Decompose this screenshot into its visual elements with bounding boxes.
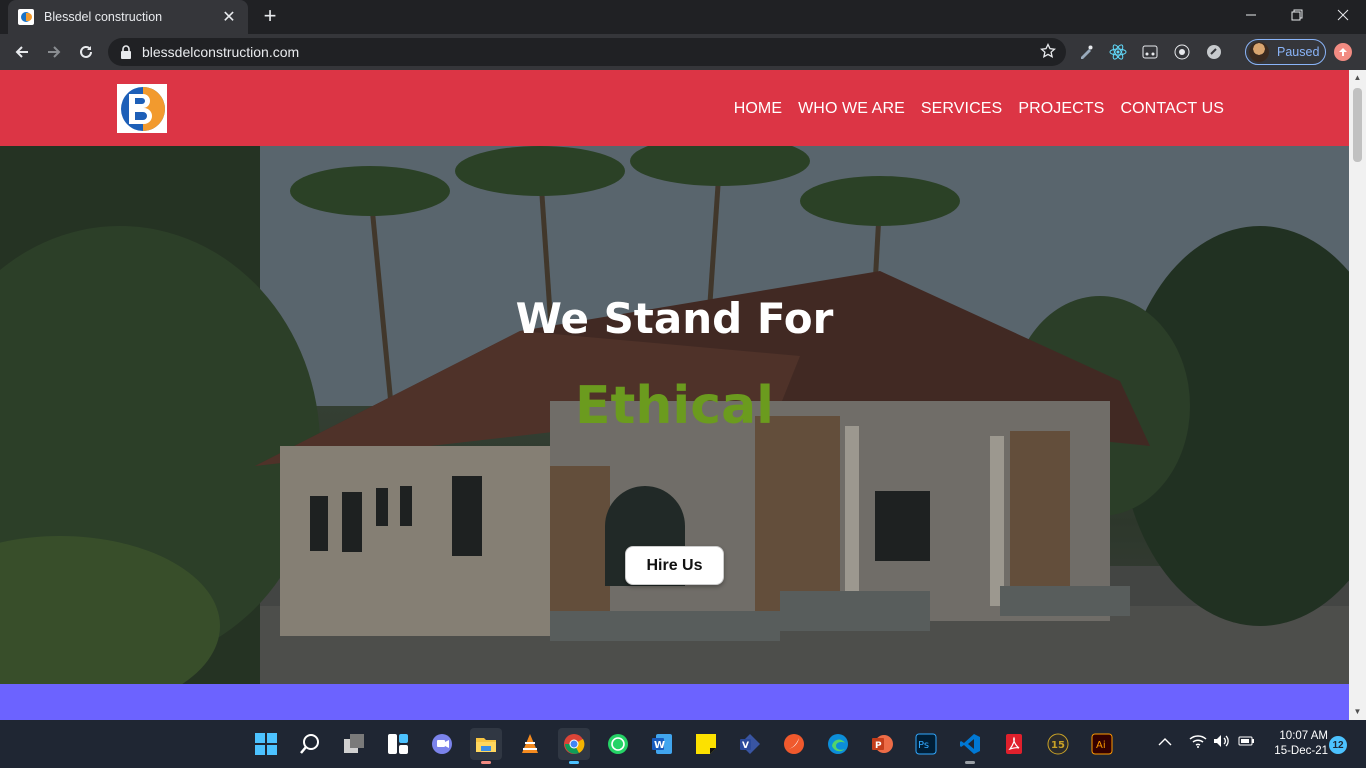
new-tab-button[interactable]: +	[258, 5, 282, 29]
nav-contact-us[interactable]: CONTACT US	[1120, 100, 1224, 118]
clock-date: 15-Dec-21	[1274, 745, 1328, 757]
tab-strip: Blessdel construction ✕ +	[0, 0, 1366, 34]
taskbar-clock[interactable]: 10:07 AM 15-Dec-21	[1266, 729, 1328, 759]
nav-projects[interactable]: PROJECTS	[1018, 100, 1104, 118]
widgets-icon[interactable]	[382, 728, 414, 760]
task-view-icon[interactable]	[338, 728, 370, 760]
tab-title: Blessdel construction	[44, 10, 163, 24]
tray-overflow-chevron-icon[interactable]	[1158, 734, 1172, 750]
lock-icon	[121, 45, 131, 59]
page-scrollbar[interactable]: ▲ ▼	[1349, 70, 1366, 720]
bookmark-star-icon[interactable]	[1039, 42, 1057, 64]
hero-section: We Stand For Ethical Hire Us	[0, 146, 1349, 684]
acrobat-icon[interactable]	[998, 728, 1030, 760]
update-menu-icon[interactable]	[1334, 43, 1352, 61]
restore-icon	[1291, 9, 1303, 21]
vlc-icon[interactable]	[514, 728, 546, 760]
extension-icon[interactable]	[1140, 42, 1160, 62]
notification-badge[interactable]: 12	[1329, 736, 1347, 754]
windows-taskbar: W V P Ps 15 Ai 10:07 AM 15-Dec-21 12	[0, 720, 1366, 768]
scroll-up-icon[interactable]: ▲	[1353, 73, 1362, 83]
url-text: blessdelconstruction.com	[142, 44, 300, 60]
svg-text:V: V	[742, 741, 749, 751]
photoshop-icon[interactable]: Ps	[910, 728, 942, 760]
nav-services[interactable]: SERVICES	[921, 100, 1002, 118]
minimize-button[interactable]	[1228, 0, 1274, 30]
color-picker-extension-icon[interactable]	[1076, 42, 1096, 62]
forward-arrow-icon	[48, 46, 61, 58]
close-icon	[1337, 9, 1349, 21]
record-extension-icon[interactable]	[1172, 42, 1192, 62]
sticky-notes-icon[interactable]	[690, 728, 722, 760]
swift-playgrounds-icon[interactable]	[778, 728, 810, 760]
clock-time: 10:07 AM	[1279, 730, 1328, 742]
back-arrow-icon	[15, 46, 28, 58]
hero-rotating-word: Ethical	[575, 376, 774, 436]
site-favicon-icon	[18, 9, 34, 25]
tab-close-icon[interactable]: ✕	[220, 7, 238, 27]
nav-home[interactable]: HOME	[734, 100, 782, 118]
chrome-icon[interactable]	[558, 728, 590, 764]
extensions-puzzle-icon[interactable]	[1204, 42, 1224, 62]
word-icon[interactable]: W	[646, 728, 678, 760]
svg-text:P: P	[875, 741, 882, 751]
nav-who-we-are[interactable]: WHO WE ARE	[798, 100, 905, 118]
file-explorer-icon[interactable]	[470, 728, 502, 764]
hero-heading: We Stand For	[515, 294, 834, 343]
restore-button[interactable]	[1274, 0, 1320, 30]
scrollbar-thumb[interactable]	[1353, 88, 1362, 162]
site-logo[interactable]	[117, 84, 167, 133]
visio-icon[interactable]: V	[734, 728, 766, 760]
edge-icon[interactable]	[822, 728, 854, 760]
reload-button[interactable]	[72, 38, 100, 66]
battery-icon[interactable]	[1237, 734, 1255, 751]
page-viewport: HOME WHO WE ARE SERVICES PROJECTS CONTAC…	[0, 70, 1366, 720]
whatsapp-icon[interactable]	[602, 728, 634, 760]
close-window-button[interactable]	[1320, 0, 1366, 30]
browser-toolbar: blessdelconstruction.com Paused	[0, 34, 1366, 70]
hire-us-button[interactable]: Hire Us	[625, 546, 724, 585]
search-icon[interactable]	[294, 728, 326, 760]
reload-icon	[80, 45, 92, 58]
avatar	[1249, 42, 1269, 62]
svg-text:Ps: Ps	[918, 740, 929, 751]
next-section-band	[0, 684, 1349, 720]
scroll-down-icon[interactable]: ▼	[1353, 707, 1362, 717]
running-indicator	[569, 761, 579, 764]
illustrator-icon[interactable]: Ai	[1086, 728, 1118, 760]
running-indicator	[965, 761, 975, 764]
svg-text:W: W	[654, 740, 665, 751]
running-indicator	[481, 761, 491, 764]
wifi-icon[interactable]	[1189, 734, 1207, 751]
profile-status-label: Paused	[1277, 45, 1320, 59]
profile-button[interactable]: Paused	[1245, 39, 1326, 65]
vscode-icon[interactable]	[954, 728, 986, 764]
svg-text:Ai: Ai	[1096, 740, 1106, 751]
powerpoint-icon[interactable]: P	[866, 728, 898, 760]
teams-chat-icon[interactable]	[426, 728, 458, 760]
site-header: HOME WHO WE ARE SERVICES PROJECTS CONTAC…	[0, 70, 1349, 146]
minimize-icon	[1246, 14, 1256, 16]
app-15-icon[interactable]: 15	[1042, 728, 1074, 760]
main-nav: HOME WHO WE ARE SERVICES PROJECTS CONTAC…	[718, 100, 1224, 118]
back-button[interactable]	[8, 38, 36, 66]
windows-start-icon[interactable]	[250, 728, 282, 760]
react-devtools-extension-icon[interactable]	[1108, 42, 1128, 62]
svg-text:15: 15	[1051, 740, 1065, 751]
browser-tab[interactable]: Blessdel construction ✕	[8, 0, 248, 34]
volume-icon[interactable]	[1213, 734, 1231, 751]
address-bar[interactable]: blessdelconstruction.com	[108, 38, 1066, 66]
forward-button[interactable]	[40, 38, 68, 66]
